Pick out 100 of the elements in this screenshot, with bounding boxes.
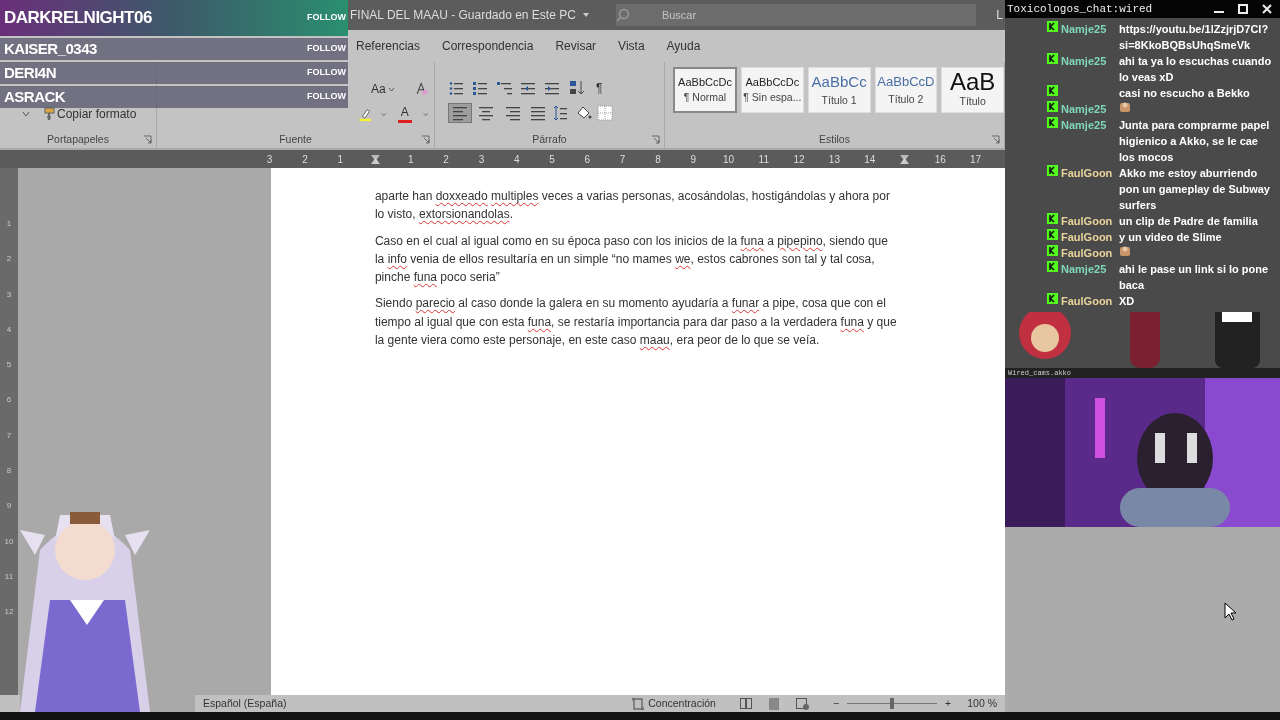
chat-message: XD bbox=[1119, 294, 1136, 309]
paragraph: Siendo parecio al caso donde la galera en su momento ayudaría a funar a pipe, cosa que con el tiempo al igual que con esta funa, se restaría importancia para dar paso a la verdadera funa y que la gente viera como este personaje, en este caso maau, era peor de lo que se veía. bbox=[374, 295, 898, 350]
ruler-number: 1 bbox=[408, 153, 414, 165]
follow-label: FOLLOW bbox=[307, 42, 346, 56]
group-label: Fuente bbox=[279, 132, 312, 147]
indent-marker-icon[interactable] bbox=[371, 155, 381, 165]
multilevel-list-icon[interactable] bbox=[497, 80, 513, 96]
zoom-slider-thumb[interactable] bbox=[890, 698, 895, 709]
style-option[interactable]: AaBbCc Título 1 bbox=[807, 67, 871, 113]
decrease-indent-icon[interactable] bbox=[521, 80, 537, 96]
follow-label: FOLLOW bbox=[307, 90, 346, 104]
emote-icon bbox=[1119, 245, 1131, 257]
ribbon-tab[interactable]: Revisar bbox=[555, 35, 597, 57]
ruler-number: 17 bbox=[970, 153, 982, 165]
increase-indent-icon[interactable] bbox=[545, 80, 561, 96]
kick-badge-icon bbox=[1047, 165, 1058, 176]
chat-message: un clip de Padre de familia bbox=[1119, 214, 1259, 229]
focus-icon[interactable] bbox=[632, 697, 645, 710]
caret-icon[interactable] bbox=[581, 12, 590, 18]
username: Namje25 bbox=[1061, 262, 1108, 277]
ribbon-tab[interactable]: Ayuda bbox=[666, 35, 701, 57]
ruler-number: 5 bbox=[6, 359, 12, 372]
username: FaulGoon bbox=[1061, 294, 1114, 309]
caret-icon[interactable] bbox=[422, 112, 428, 117]
kick-badge-icon bbox=[1047, 213, 1058, 224]
ruler-number: 16 bbox=[934, 153, 946, 165]
align-left-button[interactable] bbox=[449, 104, 471, 122]
read-mode-icon[interactable] bbox=[739, 697, 752, 709]
style-option[interactable]: AaB Título bbox=[941, 67, 1004, 113]
ruler-number: 9 bbox=[6, 500, 12, 513]
search-field[interactable]: Buscar bbox=[615, 4, 976, 26]
ruler-number: 4 bbox=[513, 153, 520, 165]
style-option[interactable]: AaBbCcD Título 2 bbox=[874, 67, 938, 113]
kick-badge-icon bbox=[1047, 85, 1058, 96]
account-initial[interactable]: L bbox=[996, 6, 1005, 24]
mouse-cursor-icon bbox=[1224, 602, 1237, 621]
zoom-in-button[interactable]: + bbox=[945, 695, 952, 712]
ruler-number: 7 bbox=[6, 429, 12, 442]
dialog-launcher-icon[interactable] bbox=[651, 135, 660, 144]
ruler-number: 4 bbox=[6, 323, 12, 336]
follower-name: DERI4N bbox=[4, 62, 56, 83]
caret-icon bbox=[387, 86, 395, 92]
shading-bucket-icon[interactable] bbox=[575, 105, 593, 121]
style-option[interactable]: AaBbCcDc ¶ Sin espa... bbox=[741, 67, 804, 113]
chat-message: y un video de Slime bbox=[1119, 230, 1223, 245]
ruler-number: 8 bbox=[6, 465, 12, 478]
font-color-button[interactable]: A bbox=[394, 105, 415, 124]
ruler-number: 2 bbox=[302, 153, 308, 165]
caret-icon[interactable] bbox=[22, 111, 30, 117]
chat-message: ahi le pase un link si lo pone baca bbox=[1119, 262, 1270, 293]
borders-icon[interactable] bbox=[597, 105, 613, 121]
document-title: FINAL DEL MAAU - Guardado en Este PC bbox=[350, 7, 576, 24]
ruler-number: 3 bbox=[6, 288, 12, 301]
zoom-out-button[interactable]: − bbox=[832, 695, 840, 712]
kick-badge-icon bbox=[1047, 101, 1058, 112]
window-title: Toxicologos_chat:wired bbox=[1007, 1, 1153, 17]
ruler-number: 1 bbox=[6, 218, 12, 230]
ruler-number: 11 bbox=[758, 153, 769, 165]
ribbon-tab[interactable]: Correspondencia bbox=[442, 35, 534, 57]
language-status[interactable]: Español (España) bbox=[203, 695, 287, 712]
indent-marker-icon[interactable] bbox=[900, 155, 910, 165]
username: Namje25 bbox=[1061, 22, 1108, 37]
kick-badge-icon bbox=[1047, 261, 1058, 272]
ribbon-tab[interactable]: Referencias bbox=[356, 35, 421, 57]
focus-mode-button[interactable]: Concentración bbox=[648, 695, 716, 712]
style-option[interactable]: AaBbCcDc ¶ Normal bbox=[673, 67, 737, 113]
dialog-launcher-icon[interactable] bbox=[143, 135, 152, 144]
ruler-number: 12 bbox=[4, 606, 14, 619]
group-label: Párrafo bbox=[532, 132, 567, 147]
ruler-number: 5 bbox=[549, 153, 555, 165]
web-layout-icon[interactable] bbox=[795, 697, 809, 710]
ruler-number: 7 bbox=[619, 153, 626, 165]
kick-badge-icon bbox=[1047, 21, 1058, 32]
follow-label: FOLLOW bbox=[307, 66, 346, 80]
dialog-launcher-icon[interactable] bbox=[991, 135, 1000, 144]
sort-icon[interactable] bbox=[569, 80, 585, 96]
show-marks-button[interactable]: ¶ bbox=[593, 78, 606, 98]
dialog-launcher-icon[interactable] bbox=[421, 135, 430, 144]
follower-name: KAISER_0343 bbox=[4, 38, 97, 59]
bullet-list-icon[interactable] bbox=[449, 80, 465, 96]
ruler-number: 13 bbox=[828, 153, 840, 165]
format-painter-button[interactable]: Copiar formato bbox=[38, 104, 140, 124]
kick-badge-icon bbox=[1047, 229, 1058, 240]
ruler-number: 8 bbox=[655, 153, 661, 165]
group-label: Estilos bbox=[819, 132, 850, 147]
ribbon-tab[interactable]: Vista bbox=[618, 35, 645, 57]
ruler-number: 2 bbox=[443, 153, 449, 165]
ruler-number: 6 bbox=[6, 394, 12, 407]
change-case-button[interactable]: Aa bbox=[368, 79, 398, 99]
follower-name: DARKRELNIGHT06 bbox=[4, 7, 152, 30]
zoom-level[interactable]: 100 % bbox=[967, 695, 1005, 712]
kick-badge-icon bbox=[1047, 293, 1058, 304]
ruler-number: 12 bbox=[793, 153, 805, 165]
caret-icon[interactable] bbox=[381, 112, 387, 117]
maximize-icon[interactable] bbox=[1238, 4, 1248, 14]
close-icon[interactable] bbox=[1262, 4, 1272, 14]
username: Namje25 bbox=[1061, 102, 1108, 117]
ruler-number: 1 bbox=[337, 153, 343, 165]
numbered-list-icon[interactable] bbox=[473, 80, 489, 96]
ruler-number: 14 bbox=[864, 153, 876, 165]
